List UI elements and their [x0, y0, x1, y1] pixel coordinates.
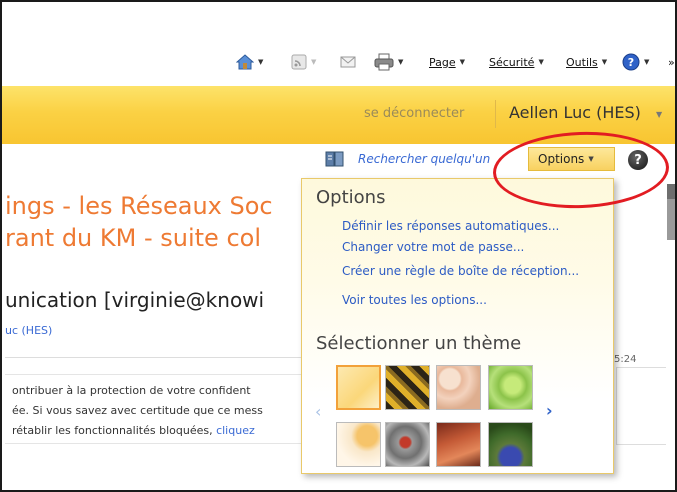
printer-icon [374, 53, 394, 71]
address-book-icon[interactable] [325, 151, 345, 167]
menu-item-change-password[interactable]: Changer votre mot de passe... [342, 240, 524, 254]
security-menu[interactable]: Sécurité ▼ [489, 53, 544, 71]
header-divider [495, 100, 496, 128]
theme-thumbnail[interactable] [436, 365, 481, 410]
chevron-down-icon: ▼ [538, 58, 544, 66]
svg-text:?: ? [628, 56, 634, 69]
theme-thumbnail-selected[interactable] [336, 365, 381, 410]
email-time: 5:24 [614, 354, 637, 365]
toolbar-overflow-button[interactable]: » [668, 53, 675, 71]
theme-thumbnail[interactable] [488, 422, 533, 467]
theme-thumbnail[interactable] [488, 365, 533, 410]
theme-thumbnail[interactable] [436, 422, 481, 467]
email-from-sub[interactable]: uc (HES) [5, 324, 52, 337]
feeds-button[interactable]: ▼ [291, 53, 316, 71]
chevron-down-icon: ▼ [398, 58, 404, 66]
menu-item-auto-replies[interactable]: Définir les réponses automatiques... [342, 219, 559, 233]
ie-command-bar: ▼ ▼ ▼ Page ▼ Sécurité ▼ Outils ▼ ? ▼ » [2, 2, 675, 86]
rss-feed-icon [291, 54, 307, 70]
theme-thumbnail[interactable] [336, 422, 381, 467]
overflow-chevrons-icon: » [668, 55, 675, 69]
page-menu[interactable]: Page ▼ [429, 53, 465, 71]
print-button[interactable]: ▼ [374, 53, 403, 71]
people-search-input[interactable]: Rechercher quelqu'un [358, 152, 490, 166]
home-icon [236, 54, 254, 70]
content-divider [5, 357, 305, 358]
page-menu-label: Page [429, 55, 456, 69]
browser-window: ▼ ▼ ▼ Page ▼ Sécurité ▼ Outils ▼ ? ▼ » s… [0, 0, 677, 492]
theme-prev-arrow-icon[interactable]: ‹ [315, 402, 321, 421]
warning-link[interactable]: cliquez [216, 424, 255, 437]
security-warning: ontribuer à la protection de votre confi… [5, 374, 302, 444]
chevron-down-icon[interactable]: ▼ [656, 110, 662, 119]
scrollbar-thumb[interactable] [667, 184, 675, 199]
security-menu-label: Sécurité [489, 55, 535, 69]
chevron-down-icon: ▼ [459, 58, 466, 66]
menu-item-see-all-options[interactable]: Voir toutes les options... [342, 293, 487, 307]
mail-icon [340, 56, 356, 68]
chevron-down-icon: ▼ [644, 58, 650, 66]
read-mail-button[interactable] [340, 53, 356, 71]
warning-text: ée. Si vous savez avec certitude que ce … [12, 404, 263, 417]
theme-thumbnail[interactable] [385, 422, 430, 467]
side-panel-box [616, 367, 666, 445]
tools-menu-label: Outils [566, 55, 598, 69]
user-name[interactable]: Aellen Luc (HES) [509, 103, 641, 122]
warning-text: rétablir les fonctionnalités bloquées, c… [12, 424, 255, 437]
home-button[interactable]: ▼ [236, 53, 263, 71]
help-circle-icon: ? [622, 53, 640, 71]
warning-text: ontribuer à la protection de votre confi… [12, 384, 251, 397]
email-subject-line-2: rant du KM - suite col [5, 224, 261, 252]
theme-section-title: Sélectionner un thème [316, 333, 522, 354]
email-subject-line-1: ings - les Réseaux Soc [5, 192, 273, 220]
menu-item-create-inbox-rule[interactable]: Créer une règle de boîte de réception... [342, 264, 579, 278]
theme-next-arrow-icon[interactable]: › [546, 401, 553, 420]
chevron-down-icon: ▼ [258, 58, 264, 66]
options-dropdown: Options Définir les réponses automatique… [301, 178, 614, 474]
chevron-down-icon: ▼ [311, 58, 317, 66]
dropdown-title: Options [316, 187, 386, 208]
email-from: unication [virginie@knowi [5, 288, 265, 312]
theme-thumbnail[interactable] [385, 365, 430, 410]
tools-menu[interactable]: Outils ▼ [566, 53, 607, 71]
signout-link[interactable]: se déconnecter [364, 106, 464, 121]
chevron-down-icon: ▼ [601, 58, 608, 66]
help-menu[interactable]: ? ▼ [622, 53, 649, 71]
